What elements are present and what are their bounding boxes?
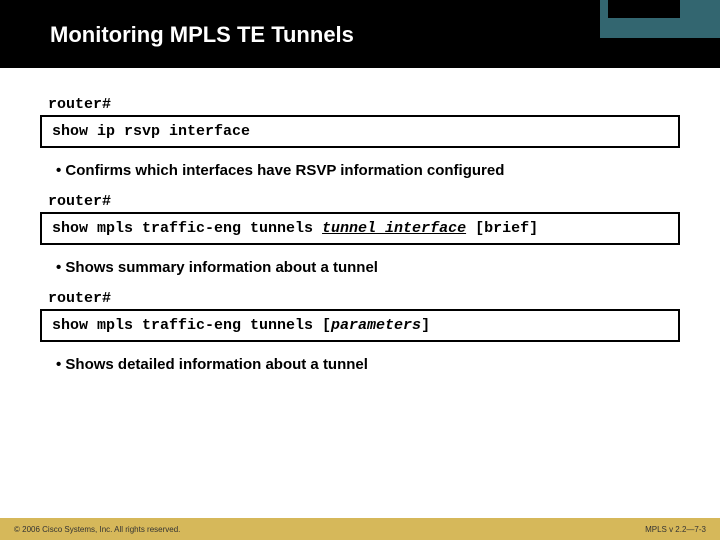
command-text-3-post: ]: [421, 317, 430, 334]
command-param-3: parameters: [331, 317, 421, 334]
command-box-2: show mpls traffic-eng tunnels tunnel_int…: [40, 212, 680, 245]
header-accent-tab: [608, 0, 680, 18]
slide-content: router# show ip rsvp interface Confirms …: [0, 68, 720, 373]
router-prompt-1: router#: [40, 96, 680, 113]
slide-footer: © 2006 Cisco Systems, Inc. All rights re…: [0, 518, 720, 540]
bullet-2: Shows summary information about a tunnel: [56, 259, 680, 276]
slide-header: Monitoring MPLS TE Tunnels: [0, 0, 720, 68]
command-text-2-post: [brief]: [466, 220, 538, 237]
command-text-2-pre: show mpls traffic-eng tunnels: [52, 220, 322, 237]
bullet-1: Confirms which interfaces have RSVP info…: [56, 162, 680, 179]
command-var-2: tunnel_interface: [322, 220, 466, 237]
router-prompt-2: router#: [40, 193, 680, 210]
bullet-3: Shows detailed information about a tunne…: [56, 356, 680, 373]
footer-copyright: © 2006 Cisco Systems, Inc. All rights re…: [14, 525, 180, 534]
router-prompt-3: router#: [40, 290, 680, 307]
command-box-1: show ip rsvp interface: [40, 115, 680, 148]
command-box-3: show mpls traffic-eng tunnels [parameter…: [40, 309, 680, 342]
footer-page-ref: MPLS v 2.2—7-3: [645, 525, 706, 534]
command-text-3-pre: show mpls traffic-eng tunnels [: [52, 317, 331, 334]
command-text-1: show ip rsvp interface: [52, 123, 250, 140]
